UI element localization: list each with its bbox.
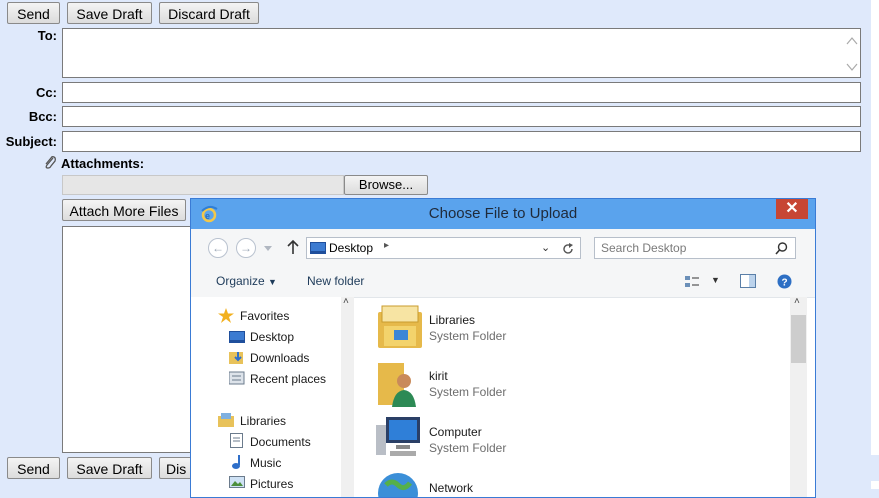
up-arrow-icon[interactable] [286,239,300,255]
desktop-icon [310,242,326,254]
to-field[interactable] [62,28,861,78]
svg-text:?: ? [782,278,788,289]
navigation-bar: ← → Desktop ▸ ⌄ Search Desktop [191,229,815,267]
scroll-up-icon[interactable]: ˄ [794,296,800,307]
organize-menu[interactable]: Organize ▼ [216,274,277,288]
address-dropdown-icon[interactable]: ⌄ [541,241,550,254]
save-draft-button[interactable]: Save Draft [67,2,152,24]
search-box[interactable]: Search Desktop [594,237,796,259]
help-icon[interactable]: ? [777,274,792,289]
star-icon [218,308,234,323]
right-edge [871,0,879,489]
new-folder-button[interactable]: New folder [307,274,364,288]
attach-more-files-button[interactable]: Attach More Files [62,199,186,221]
user-folder-icon[interactable] [376,359,420,409]
to-scroll-arrows[interactable] [846,34,858,74]
item-name[interactable]: Computer [429,425,482,439]
libraries-icon [218,413,234,427]
forward-button[interactable]: → [236,238,256,258]
nav-recent-places[interactable]: Recent places [250,372,326,386]
organize-label: Organize [216,274,265,288]
item-name[interactable]: Network [429,481,473,495]
item-type: System Folder [429,441,507,455]
libraries-folder-icon[interactable] [376,304,424,350]
refresh-icon[interactable] [561,242,575,256]
file-path-field[interactable] [62,175,344,195]
file-list-scrollbar[interactable]: ˄ [790,296,807,497]
cc-label: Cc: [36,85,57,100]
to-label: To: [37,28,57,43]
nav-music[interactable]: Music [250,456,281,470]
breadcrumb-chevron-icon[interactable]: ▸ [384,240,389,251]
bcc-field[interactable] [62,106,861,127]
address-bar[interactable]: Desktop ▸ ⌄ [306,237,581,259]
search-placeholder: Search Desktop [601,241,687,255]
organize-chevron-icon: ▼ [268,277,277,287]
scroll-up-icon[interactable]: ˄ [343,296,349,307]
choose-file-dialog: e Choose File to Upload ✕ ← → Desktop ▸ … [190,198,816,498]
scrollbar-thumb[interactable] [791,315,806,363]
recent-places-icon [229,371,245,385]
send-button[interactable]: Send [7,2,60,24]
attachments-label: Attachments: [61,156,145,171]
nav-desktop[interactable]: Desktop [250,330,294,344]
documents-icon [230,433,243,448]
computer-icon[interactable] [376,415,424,461]
search-icon[interactable] [775,242,788,255]
nav-favorites[interactable]: Favorites [240,309,289,323]
recent-chevron-icon[interactable] [264,246,272,252]
bcc-label: Bcc: [28,109,57,124]
browse-button[interactable]: Browse... [344,175,428,195]
view-chevron-icon[interactable]: ▼ [711,275,720,285]
back-button[interactable]: ← [208,238,228,258]
nav-documents[interactable]: Documents [250,435,311,449]
send-button-bottom[interactable]: Send [7,457,60,479]
downloads-icon [229,352,243,364]
message-body[interactable] [62,226,202,453]
nav-pane-scrollbar[interactable]: ˄ [341,296,354,497]
pictures-icon [229,476,245,488]
discard-draft-button[interactable]: Discard Draft [159,2,259,24]
close-button[interactable]: ✕ [776,199,808,219]
nav-libraries[interactable]: Libraries [240,414,286,428]
subject-label: Subject: [5,134,57,149]
item-type: System Folder [429,385,507,399]
dialog-title-bar[interactable]: e Choose File to Upload ✕ [191,199,815,229]
file-list: Libraries System Folder kirit System Fol… [361,297,791,497]
network-icon[interactable] [376,471,420,497]
dialog-toolbar: Organize ▼ New folder ▼ ? [191,267,815,298]
paperclip-icon [45,156,56,169]
navigation-pane: Favorites Desktop Downloads Recent place… [191,297,341,497]
desktop-icon [229,331,245,343]
dialog-title: Choose File to Upload [428,205,578,222]
subject-field[interactable] [62,131,861,152]
nav-downloads[interactable]: Downloads [250,351,309,365]
cc-field[interactable] [62,82,861,103]
music-icon [232,455,240,469]
item-name[interactable]: kirit [429,369,448,383]
view-options-icon[interactable] [685,275,699,289]
item-name[interactable]: Libraries [429,313,475,327]
address-text: Desktop [329,241,374,255]
preview-pane-icon[interactable] [740,274,756,288]
save-draft-button-bottom[interactable]: Save Draft [67,457,152,479]
item-type: System Folder [429,329,507,343]
